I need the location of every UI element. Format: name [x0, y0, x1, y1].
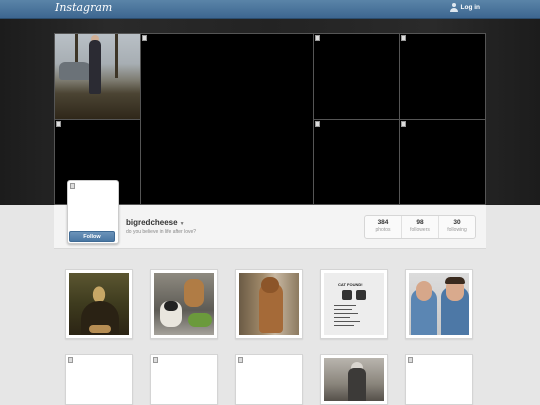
poster-line: [334, 321, 360, 322]
photo-thumbnail[interactable]: [150, 269, 218, 339]
broken-image-icon: [142, 35, 147, 41]
broken-image-icon: [56, 121, 61, 127]
cover-photo-tile[interactable]: [313, 119, 400, 205]
poster-line: [334, 325, 354, 326]
hands-shape: [89, 325, 111, 333]
poster-title: CAT FOUND!: [338, 282, 363, 287]
photo-thumbnail[interactable]: [320, 354, 388, 405]
face-shape: [416, 281, 432, 301]
photo-thumbnail[interactable]: [150, 354, 218, 405]
hair-shape: [445, 277, 465, 284]
broken-image-icon: [401, 35, 406, 41]
broken-image-icon: [401, 121, 406, 127]
stat-photos[interactable]: 384 photos: [365, 216, 402, 238]
poster-line: [334, 313, 358, 314]
stat-label: photos: [375, 227, 391, 233]
broken-image-icon: [70, 183, 75, 189]
photo-thumbnail[interactable]: [235, 354, 303, 405]
stat-followers[interactable]: 98 followers: [402, 216, 439, 238]
cover-photo-tile-large[interactable]: [140, 33, 314, 205]
cover-photo-tile[interactable]: [399, 33, 486, 120]
photo-dog: [239, 273, 299, 335]
cover-photo-tile[interactable]: [54, 33, 141, 120]
top-nav-bar: Instagram Log in: [0, 0, 540, 19]
photo-thumbnail[interactable]: [65, 354, 133, 405]
broken-image-icon: [153, 357, 158, 363]
food-shape: [188, 313, 212, 327]
photo-guitarist: [324, 358, 384, 401]
broken-image-icon: [408, 357, 413, 363]
login-link[interactable]: Log in: [449, 3, 481, 12]
dog-shape: [184, 279, 204, 307]
stat-following[interactable]: 30 following: [439, 216, 475, 238]
person-shape: [348, 368, 366, 401]
broken-image-icon: [315, 121, 320, 127]
photo-thumbnail[interactable]: [405, 269, 473, 339]
stat-label: followers: [410, 227, 430, 233]
poster-line: [334, 305, 356, 306]
dog-shape: [160, 301, 182, 327]
profile-stats: 384 photos 98 followers 30 following: [364, 215, 476, 239]
broken-image-icon: [68, 357, 73, 363]
instagram-logo[interactable]: Instagram: [55, 1, 112, 14]
photo-cat-poster: CAT FOUND!: [324, 273, 384, 335]
poster-picture: [356, 290, 366, 300]
photo-dogs: [154, 273, 214, 335]
stat-label: following: [447, 227, 467, 233]
photo-selfie: [409, 273, 469, 335]
poster-line: [334, 309, 352, 310]
username: bigredcheese: [126, 218, 178, 227]
stat-number: 98: [416, 219, 424, 226]
follow-button[interactable]: Follow: [69, 231, 115, 242]
username-dropdown[interactable]: bigredcheese ▼: [126, 218, 185, 227]
broken-image-icon: [315, 35, 320, 41]
broken-image-icon: [238, 357, 243, 363]
photo-thumbnail[interactable]: [65, 269, 133, 339]
photo-mona-lisa: [69, 273, 129, 335]
login-label: Log in: [460, 4, 481, 11]
photo-thumbnail[interactable]: [235, 269, 303, 339]
person-shape: [89, 40, 101, 94]
tree-trunk: [115, 34, 118, 78]
stat-number: 30: [453, 219, 461, 226]
cover-photo-tile[interactable]: [399, 119, 486, 205]
photo-thumbnail[interactable]: CAT FOUND!: [320, 269, 388, 339]
user-icon: [449, 3, 458, 12]
stat-number: 384: [377, 219, 389, 226]
poster-picture: [342, 290, 352, 300]
photo-thumbnail[interactable]: [405, 354, 473, 405]
caret-down-icon: ▼: [179, 221, 185, 227]
car-shape: [59, 62, 93, 80]
poster-line: [334, 317, 350, 318]
bio-text: do you believe in life after love?: [126, 229, 197, 235]
cover-photo-tile[interactable]: [313, 33, 400, 120]
dog-head: [261, 277, 279, 293]
